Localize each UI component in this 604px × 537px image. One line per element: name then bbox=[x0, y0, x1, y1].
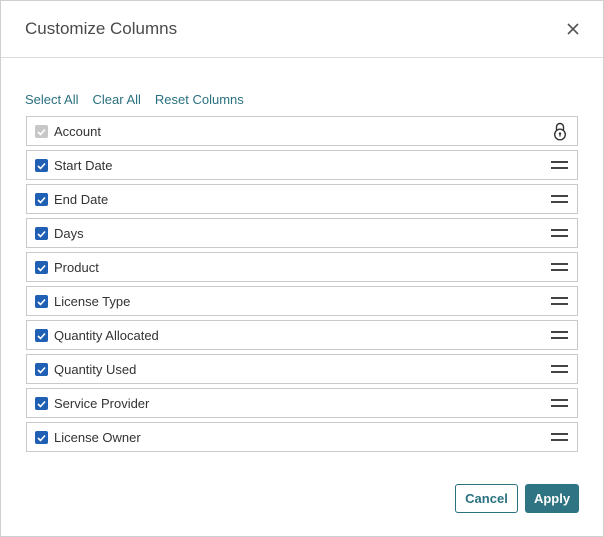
bulk-actions: Select All Clear All Reset Columns bbox=[25, 92, 258, 107]
lock-icon bbox=[553, 122, 567, 141]
drag-handle-icon[interactable] bbox=[551, 433, 568, 441]
column-label: Days bbox=[54, 226, 84, 241]
clear-all-link[interactable]: Clear All bbox=[92, 92, 140, 107]
column-row[interactable]: Quantity Allocated bbox=[26, 320, 578, 350]
cancel-button[interactable]: Cancel bbox=[455, 484, 518, 513]
column-checkbox[interactable] bbox=[35, 431, 48, 444]
dialog-title: Customize Columns bbox=[25, 19, 178, 38]
column-row[interactable]: Days bbox=[26, 218, 578, 248]
column-label: License Type bbox=[54, 294, 131, 309]
column-row[interactable]: License Type bbox=[26, 286, 578, 316]
column-label: Quantity Used bbox=[54, 362, 137, 377]
column-label: Service Provider bbox=[54, 396, 150, 411]
checkmark-icon bbox=[37, 298, 46, 306]
column-checkbox bbox=[35, 125, 48, 138]
column-list: Account Start Date End Date Days Product… bbox=[26, 116, 578, 456]
checkmark-icon bbox=[37, 332, 46, 340]
column-checkbox[interactable] bbox=[35, 159, 48, 172]
column-checkbox[interactable] bbox=[35, 227, 48, 240]
column-row-account: Account bbox=[26, 116, 578, 146]
select-all-link[interactable]: Select All bbox=[25, 92, 78, 107]
dialog-header: Customize Columns bbox=[1, 1, 603, 58]
drag-handle-icon[interactable] bbox=[551, 161, 568, 169]
column-checkbox[interactable] bbox=[35, 261, 48, 274]
checkmark-icon bbox=[37, 366, 46, 374]
drag-handle-icon[interactable] bbox=[551, 297, 568, 305]
drag-handle-icon[interactable] bbox=[551, 229, 568, 237]
column-checkbox[interactable] bbox=[35, 397, 48, 410]
drag-handle-icon[interactable] bbox=[551, 365, 568, 373]
checkmark-icon bbox=[37, 230, 46, 238]
column-label: Quantity Allocated bbox=[54, 328, 159, 343]
column-row[interactable]: Service Provider bbox=[26, 388, 578, 418]
drag-handle-icon[interactable] bbox=[551, 263, 568, 271]
close-icon bbox=[567, 23, 579, 35]
drag-handle-icon[interactable] bbox=[551, 195, 568, 203]
drag-handle-icon[interactable] bbox=[551, 331, 568, 339]
checkmark-icon bbox=[37, 196, 46, 204]
column-checkbox[interactable] bbox=[35, 363, 48, 376]
column-checkbox[interactable] bbox=[35, 329, 48, 342]
column-label: License Owner bbox=[54, 430, 141, 445]
customize-columns-dialog: Customize Columns Select All Clear All Res… bbox=[0, 0, 604, 537]
column-row[interactable]: Quantity Used bbox=[26, 354, 578, 384]
column-row[interactable]: Start Date bbox=[26, 150, 578, 180]
column-checkbox[interactable] bbox=[35, 295, 48, 308]
column-label: End Date bbox=[54, 192, 109, 207]
checkmark-icon bbox=[37, 128, 46, 136]
column-row[interactable]: Product bbox=[26, 252, 578, 282]
checkmark-icon bbox=[37, 400, 46, 408]
checkmark-icon bbox=[37, 264, 46, 272]
apply-button[interactable]: Apply bbox=[525, 484, 579, 513]
column-row[interactable]: End Date bbox=[26, 184, 578, 214]
reset-columns-link[interactable]: Reset Columns bbox=[155, 92, 244, 107]
checkmark-icon bbox=[37, 162, 46, 170]
column-label: Account bbox=[54, 124, 101, 139]
column-row[interactable]: License Owner bbox=[26, 422, 578, 452]
column-label: Product bbox=[54, 260, 99, 275]
column-checkbox[interactable] bbox=[35, 193, 48, 206]
checkmark-icon bbox=[37, 434, 46, 442]
column-label: Start Date bbox=[54, 158, 113, 173]
drag-handle-icon[interactable] bbox=[551, 399, 568, 407]
close-button[interactable] bbox=[563, 19, 583, 39]
